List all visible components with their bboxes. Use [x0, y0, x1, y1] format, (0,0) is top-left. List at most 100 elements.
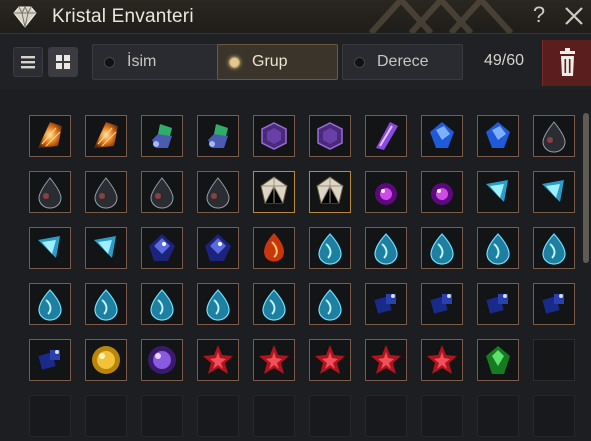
crystal-slot[interactable] — [253, 227, 295, 269]
crystal-slot[interactable] — [533, 227, 575, 269]
crystal-slot[interactable] — [421, 283, 463, 325]
crystal-slot[interactable] — [253, 339, 295, 381]
empty-slot[interactable] — [29, 395, 71, 437]
crystal-slot[interactable] — [477, 339, 519, 381]
inventory-count: 49/60 — [484, 52, 525, 69]
radio-indicator — [104, 57, 115, 68]
crystal-slot[interactable] — [309, 339, 351, 381]
crystal-slot[interactable] — [85, 227, 127, 269]
gold-orb-icon — [92, 346, 120, 374]
empty-slot[interactable] — [533, 339, 575, 381]
crystal-slot[interactable] — [309, 227, 351, 269]
aqua-drop-icon — [318, 233, 342, 265]
grid-view-button[interactable] — [48, 47, 78, 77]
aqua-drop-icon — [38, 289, 62, 321]
empty-slot[interactable] — [253, 395, 295, 437]
crystal-slot[interactable] — [421, 171, 463, 213]
crystal-slot[interactable] — [533, 115, 575, 157]
crystal-slot[interactable] — [477, 227, 519, 269]
sort-by-grade[interactable]: Derece — [342, 44, 463, 80]
crystal-slot[interactable] — [85, 339, 127, 381]
crystal-slot[interactable] — [365, 171, 407, 213]
grid-icon — [56, 55, 70, 69]
empty-slot[interactable] — [533, 395, 575, 437]
crystal-slot[interactable] — [29, 227, 71, 269]
green-blue-gem-icon — [208, 124, 228, 148]
crystal-slot[interactable] — [421, 115, 463, 157]
delete-button[interactable] — [542, 40, 591, 86]
navy-gem-icon — [205, 234, 231, 261]
white-gem-icon — [260, 176, 288, 204]
crystal-slot[interactable] — [253, 171, 295, 213]
crystal-slot[interactable] — [309, 283, 351, 325]
black-drop-icon — [542, 121, 566, 153]
crystal-slot[interactable] — [197, 283, 239, 325]
empty-slot[interactable] — [365, 395, 407, 437]
purple-hex-icon — [261, 122, 287, 150]
crystal-slot[interactable] — [533, 171, 575, 213]
black-drop-icon — [38, 177, 62, 209]
sort-by-group[interactable]: Grup — [217, 44, 338, 80]
black-drop-icon — [150, 177, 174, 209]
crystal-slot[interactable] — [85, 171, 127, 213]
magenta-orb-icon — [431, 183, 453, 205]
cyan-crystal-icon — [542, 180, 564, 202]
dark-blue-cube-icon — [374, 294, 396, 314]
orange-feather-icon — [94, 122, 118, 148]
crystal-slot[interactable] — [477, 115, 519, 157]
crystal-slot[interactable] — [85, 283, 127, 325]
crystal-slot[interactable] — [141, 171, 183, 213]
crystal-slot[interactable] — [29, 171, 71, 213]
crystal-slot[interactable] — [365, 115, 407, 157]
crystal-slot[interactable] — [29, 115, 71, 157]
crystal-slot[interactable] — [29, 283, 71, 325]
crystal-slot[interactable] — [253, 115, 295, 157]
fire-drop-icon — [264, 233, 284, 262]
close-icon[interactable] — [562, 4, 586, 28]
crystal-slot[interactable] — [197, 227, 239, 269]
list-icon — [21, 56, 35, 69]
crystal-slot[interactable] — [85, 115, 127, 157]
crystal-slot[interactable] — [309, 115, 351, 157]
purple-hex-icon — [317, 122, 343, 150]
radio-indicator — [354, 57, 365, 68]
crystal-slot[interactable] — [477, 171, 519, 213]
radio-indicator — [229, 57, 240, 68]
red-star-icon — [315, 345, 345, 374]
sort-label-name: İsim — [127, 53, 157, 70]
crystal-slot[interactable] — [197, 171, 239, 213]
aqua-drop-icon — [206, 289, 230, 321]
white-gem-icon — [316, 176, 344, 204]
red-star-icon — [427, 345, 457, 374]
crystal-slot[interactable] — [29, 339, 71, 381]
crystal-slot[interactable] — [421, 227, 463, 269]
crystal-slot[interactable] — [141, 339, 183, 381]
empty-slot[interactable] — [85, 395, 127, 437]
red-star-icon — [371, 345, 401, 374]
crystal-slot[interactable] — [365, 339, 407, 381]
crystal-slot[interactable] — [141, 115, 183, 157]
crystal-slot[interactable] — [141, 227, 183, 269]
crystal-slot[interactable] — [477, 283, 519, 325]
crystal-slot[interactable] — [141, 283, 183, 325]
empty-slot[interactable] — [421, 395, 463, 437]
crystal-slot[interactable] — [253, 283, 295, 325]
dark-blue-cube-icon — [542, 294, 564, 314]
crystal-slot[interactable] — [365, 227, 407, 269]
list-view-button[interactable] — [13, 47, 43, 77]
crystal-slot[interactable] — [365, 283, 407, 325]
help-button[interactable]: ? — [529, 2, 549, 30]
crystal-slot[interactable] — [197, 339, 239, 381]
crystal-grid — [0, 91, 591, 441]
title-bar[interactable]: Kristal Envanteri ? — [0, 0, 591, 34]
empty-slot[interactable] — [477, 395, 519, 437]
crystal-slot[interactable] — [197, 115, 239, 157]
scrollbar[interactable] — [583, 113, 589, 263]
crystal-slot[interactable] — [421, 339, 463, 381]
empty-slot[interactable] — [141, 395, 183, 437]
crystal-slot[interactable] — [533, 283, 575, 325]
crystal-slot[interactable] — [309, 171, 351, 213]
empty-slot[interactable] — [309, 395, 351, 437]
cyan-crystal-icon — [94, 236, 116, 258]
empty-slot[interactable] — [197, 395, 239, 437]
